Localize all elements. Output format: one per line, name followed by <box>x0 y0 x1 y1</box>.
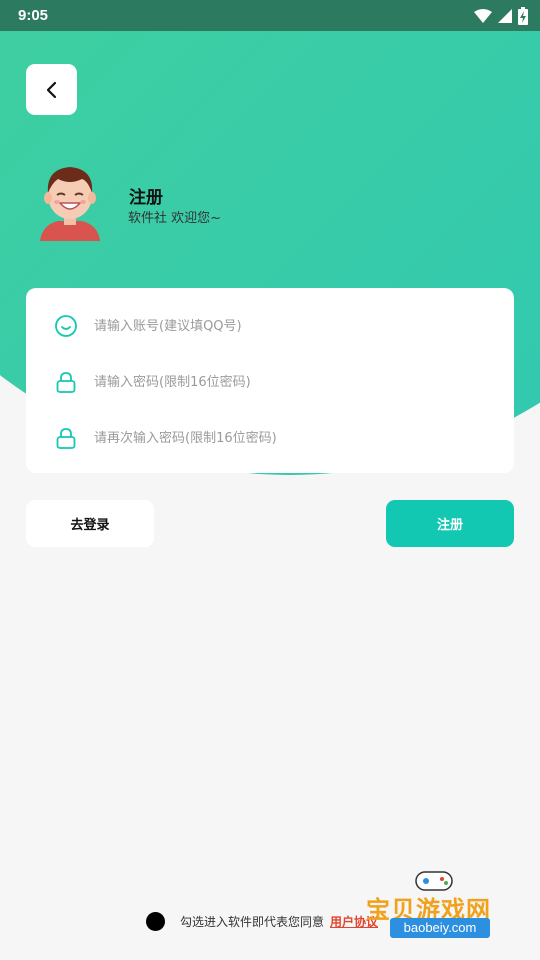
avatar <box>40 167 100 241</box>
lock-icon <box>56 428 76 449</box>
agreement-text: 勾选进入软件即代表您同意 <box>180 914 325 929</box>
register-button[interactable]: 注册 <box>386 500 514 547</box>
status-time: 9:05 <box>18 7 49 24</box>
welcome-subtitle: 软件社 欢迎您~ <box>128 211 222 226</box>
account-row <box>26 298 514 354</box>
chevron-left-icon <box>46 81 56 98</box>
password-row <box>26 354 514 410</box>
account-input[interactable] <box>94 306 494 346</box>
watermark: 宝贝游戏网 baobeiy.com <box>360 868 520 960</box>
register-form-card <box>26 288 514 473</box>
battery-charging-icon <box>518 6 528 25</box>
page-title: 注册 <box>129 188 163 208</box>
back-button[interactable] <box>26 64 77 115</box>
password-input[interactable] <box>94 362 494 402</box>
agree-radio[interactable] <box>146 911 165 931</box>
signal-icon <box>498 8 512 23</box>
status-bar: 9:05 <box>0 0 540 31</box>
watermark-url: baobeiy.com <box>390 918 490 938</box>
confirm-password-input[interactable] <box>94 418 494 458</box>
smile-icon <box>55 315 77 337</box>
go-login-button[interactable]: 去登录 <box>26 500 154 547</box>
wifi-icon <box>474 8 492 23</box>
agreement: 勾选进入软件即代表您同意 用户协议 <box>146 910 378 932</box>
confirm-password-row <box>26 410 514 466</box>
status-icons <box>474 6 528 25</box>
lock-icon <box>56 372 76 393</box>
